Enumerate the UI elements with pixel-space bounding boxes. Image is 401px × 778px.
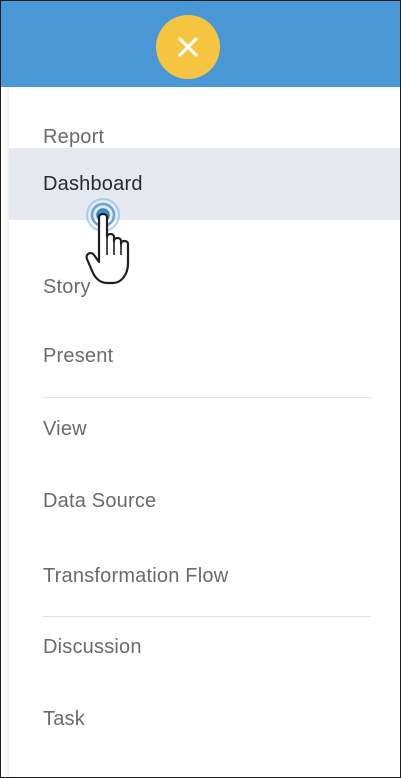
- menu-item-transformation-flow[interactable]: Transformation Flow: [9, 540, 400, 612]
- menu-item-task[interactable]: Task: [9, 683, 400, 755]
- menu-item-story[interactable]: Story: [9, 251, 400, 323]
- create-menu: Report Dashboard Story Present View Data…: [9, 88, 400, 777]
- menu-item-data-source[interactable]: Data Source: [9, 465, 400, 537]
- menu-item-label: Task: [43, 707, 85, 730]
- menu-item-label: Present: [43, 344, 114, 367]
- menu-item-label: Story: [43, 275, 91, 298]
- menu-item-label: View: [43, 417, 87, 440]
- menu-item-present[interactable]: Present: [9, 320, 400, 392]
- app-frame: Report Dashboard Story Present View Data…: [0, 0, 401, 778]
- close-button[interactable]: [156, 15, 220, 79]
- menu-item-dashboard[interactable]: Dashboard: [9, 148, 400, 220]
- menu-item-discussion[interactable]: Discussion: [9, 611, 400, 683]
- menu-item-label: Discussion: [43, 635, 142, 658]
- menu-item-label: Data Source: [43, 489, 157, 512]
- menu-item-label: Report: [43, 125, 105, 148]
- menu-item-view[interactable]: View: [9, 393, 400, 465]
- menu-item-label: Dashboard: [43, 172, 143, 195]
- menu-item-label: Transformation Flow: [43, 564, 229, 587]
- close-icon: [178, 37, 198, 57]
